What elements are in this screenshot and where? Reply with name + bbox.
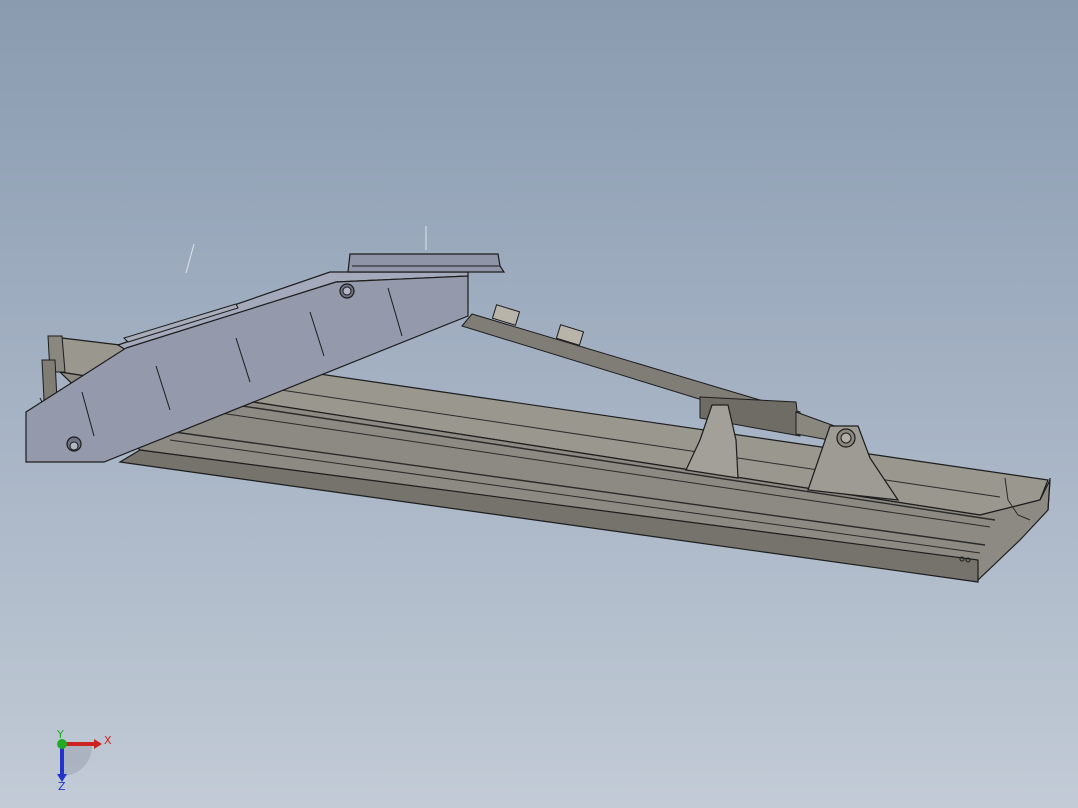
y-axis-label: Y (56, 728, 64, 741)
z-axis-label: Z (58, 780, 66, 792)
construction-line (185, 243, 195, 274)
3d-viewport[interactable]: X Y Z (0, 0, 1078, 808)
3d-model[interactable] (0, 0, 1078, 808)
slewing-disc[interactable] (347, 253, 506, 273)
x-axis-label: X (104, 734, 112, 747)
orientation-triad[interactable]: X Y Z (44, 728, 116, 792)
